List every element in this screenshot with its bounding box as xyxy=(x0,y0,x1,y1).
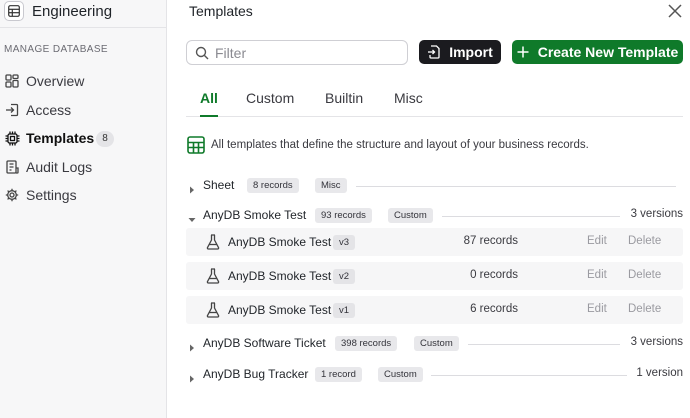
sidebar-item-audit-logs[interactable]: Audit Logs xyxy=(0,155,167,179)
version-name: AnyDB Smoke Test xyxy=(228,235,332,249)
group-name: AnyDB Bug Tracker xyxy=(203,367,309,381)
template-version-row[interactable]: AnyDB Smoke Test v3 87 records Edit Dele… xyxy=(186,228,683,256)
sidebar-item-label: Overview xyxy=(26,73,85,89)
templates-description: All templates that define the structure … xyxy=(186,135,589,155)
table-icon xyxy=(4,1,24,21)
sidebar-item-label: Audit Logs xyxy=(26,159,93,175)
import-button[interactable]: Import xyxy=(419,40,501,64)
edit-button[interactable]: Edit xyxy=(587,235,607,247)
template-version-row[interactable]: AnyDB Smoke Test v2 0 records Edit Delet… xyxy=(186,262,683,290)
template-group-sheet[interactable]: Sheet 8 records Misc xyxy=(186,176,683,196)
delete-button[interactable]: Delete xyxy=(628,235,661,247)
template-group-anydb-smoke-test[interactable]: AnyDB Smoke Test 93 records Custom 3 ver… xyxy=(186,206,683,226)
version-records: 0 records xyxy=(470,269,518,281)
sidebar: Engineering MANAGE DATABASE Overview Acc… xyxy=(0,0,167,418)
tab-custom[interactable]: Custom xyxy=(246,90,294,117)
versions-count: 3 versions xyxy=(630,336,683,348)
search-icon xyxy=(195,46,209,65)
records-chip: 1 record xyxy=(315,367,362,382)
section-label: MANAGE DATABASE xyxy=(4,44,108,55)
version-chip: v3 xyxy=(333,235,356,250)
chevron-right-icon xyxy=(188,370,196,383)
table-icon xyxy=(186,135,206,155)
description-text: All templates that define the structure … xyxy=(211,139,589,151)
plus-icon xyxy=(517,46,529,58)
edit-button[interactable]: Edit xyxy=(587,269,607,281)
versions-count: 3 versions xyxy=(630,208,683,220)
sidebar-item-access[interactable]: Access xyxy=(0,98,167,122)
chevron-down-icon xyxy=(188,211,196,222)
template-group-anydb-software-ticket[interactable]: AnyDB Software Ticket 398 records Custom… xyxy=(186,334,683,354)
flask-icon xyxy=(206,302,220,318)
tag-chip: Misc xyxy=(315,178,347,193)
tab-all[interactable]: All xyxy=(200,90,218,117)
filter-input[interactable] xyxy=(215,43,401,63)
create-template-button[interactable]: Create New Template xyxy=(512,40,683,64)
version-records: 6 records xyxy=(470,303,518,315)
group-name: AnyDB Software Ticket xyxy=(203,336,326,350)
delete-button[interactable]: Delete xyxy=(628,303,661,315)
records-chip: 8 records xyxy=(247,178,299,193)
template-version-row[interactable]: AnyDB Smoke Test v1 6 records Edit Delet… xyxy=(186,296,683,324)
filter-field xyxy=(186,40,408,65)
chip-icon xyxy=(4,130,20,146)
version-records: 87 records xyxy=(463,235,518,247)
version-chip: v2 xyxy=(333,269,356,284)
sidebar-item-label: Templates xyxy=(26,130,95,146)
group-name: AnyDB Smoke Test xyxy=(203,208,307,222)
edit-button[interactable]: Edit xyxy=(587,303,607,315)
create-template-label: Create New Template xyxy=(537,44,679,60)
sidebar-item-templates[interactable]: Templates 8 xyxy=(0,126,167,150)
login-icon xyxy=(4,102,20,118)
records-chip: 398 records xyxy=(335,336,398,351)
sidebar-item-label: Access xyxy=(26,102,72,118)
chevron-right-icon xyxy=(188,181,196,194)
tag-chip: Custom xyxy=(388,208,433,223)
divider xyxy=(431,375,627,376)
workspace-name: Engineering xyxy=(32,3,113,20)
templates-count-badge: 8 xyxy=(96,131,114,147)
versions-count: 1 version xyxy=(636,367,683,379)
page-title: Templates xyxy=(189,3,253,19)
sidebar-item-settings[interactable]: Settings xyxy=(0,183,167,207)
grid-icon xyxy=(4,73,20,89)
tab-misc[interactable]: Misc xyxy=(394,90,423,117)
sidebar-item-overview[interactable]: Overview xyxy=(0,69,167,93)
records-chip: 93 records xyxy=(315,208,372,223)
divider xyxy=(356,186,676,187)
flask-icon xyxy=(206,234,220,250)
delete-button[interactable]: Delete xyxy=(628,269,661,281)
audit-log-icon xyxy=(4,159,20,175)
divider xyxy=(468,344,620,345)
close-icon[interactable] xyxy=(666,2,684,20)
template-tabs: All Custom Builtin Misc xyxy=(186,86,683,117)
sidebar-item-label: Settings xyxy=(26,187,77,203)
version-name: AnyDB Smoke Test xyxy=(228,269,332,283)
template-group-anydb-bug-tracker[interactable]: AnyDB Bug Tracker 1 record Custom 1 vers… xyxy=(186,365,683,385)
flask-icon xyxy=(206,268,220,284)
import-icon xyxy=(427,45,440,59)
divider xyxy=(442,216,620,217)
tag-chip: Custom xyxy=(378,367,423,382)
workspace-switcher[interactable]: Engineering xyxy=(0,0,167,28)
version-chip: v1 xyxy=(333,303,356,318)
version-name: AnyDB Smoke Test xyxy=(228,303,332,317)
import-label: Import xyxy=(449,44,493,60)
tab-builtin[interactable]: Builtin xyxy=(325,90,363,117)
group-name: Sheet xyxy=(203,178,235,192)
gear-icon xyxy=(4,187,20,203)
tag-chip: Custom xyxy=(414,336,459,351)
chevron-right-icon xyxy=(188,339,196,352)
